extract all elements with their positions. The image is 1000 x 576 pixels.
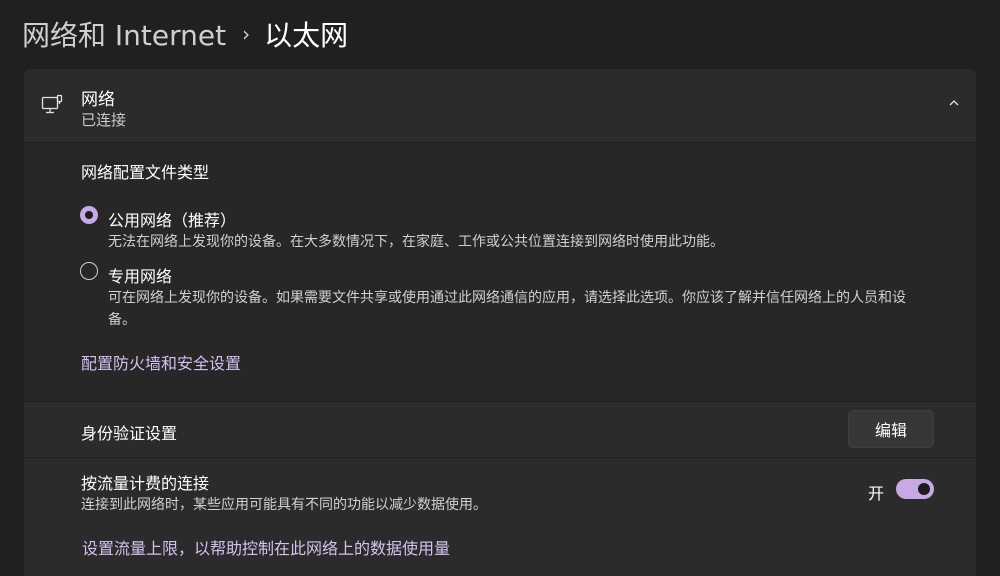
chevron-up-icon[interactable] [946,95,962,111]
edit-button[interactable]: 编辑 [848,410,934,448]
radio-private-network[interactable] [80,262,98,280]
breadcrumb-parent[interactable]: 网络和 Internet [22,14,226,54]
breadcrumb: 网络和 Internet › 以太网 [22,12,348,56]
private-network-label[interactable]: 专用网络 [108,263,172,287]
network-card-header[interactable]: 网络 已连接 [24,69,976,142]
private-network-description: 可在网络上发现你的设备。如果需要文件共享或使用通过此网络通信的应用，请选择此选项… [108,290,906,328]
auth-settings-row: 身份验证设置 编辑 [24,402,976,457]
metered-connection-label: 按流量计费的连接 [81,474,210,493]
breadcrumb-separator: › [242,22,251,46]
page-title: 以太网 [264,19,349,52]
metered-connection-panel: 按流量计费的连接 连接到此网络时，某些应用可能具有不同的功能以减少数据使用。 开… [24,458,976,576]
auth-settings-label: 身份验证设置 [81,424,178,443]
data-limit-link[interactable]: 设置流量上限，以帮助控制在此网络上的数据使用量 [82,535,450,559]
toggle-knob [918,483,930,495]
network-profile-panel: 网络配置文件类型 公用网络（推荐） 无法在网络上发现你的设备。在大多数情况下，在… [24,143,976,401]
ethernet-monitor-icon [41,94,63,114]
network-title: 网络 [81,90,115,110]
public-network-label[interactable]: 公用网络（推荐） [108,207,236,231]
toggle-state-label: 开 [867,484,884,503]
firewall-settings-link[interactable]: 配置防火墙和安全设置 [81,350,241,374]
metered-connection-description: 连接到此网络时，某些应用可能具有不同的功能以减少数据使用。 [81,497,487,513]
radio-public-network[interactable] [80,206,98,224]
public-network-description: 无法在网络上发现你的设备。在大多数情况下，在家庭、工作或公共位置连接到网络时使用… [108,234,724,250]
network-status: 已连接 [81,111,127,129]
profile-type-title: 网络配置文件类型 [81,163,210,182]
metered-connection-toggle[interactable] [896,479,934,499]
